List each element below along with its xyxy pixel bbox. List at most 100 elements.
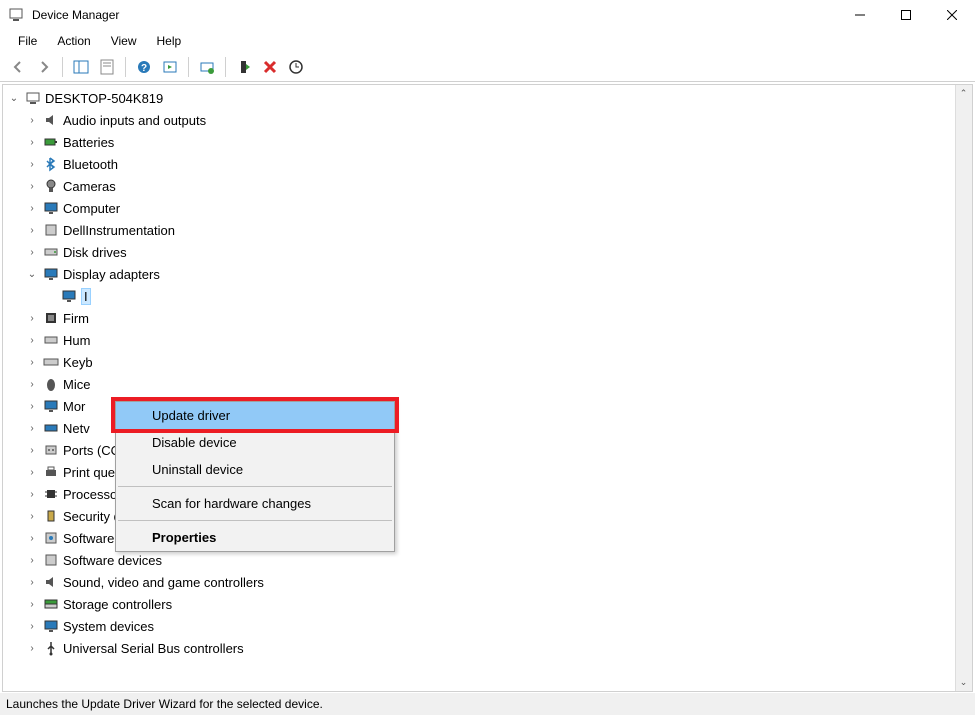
expand-arrow-icon[interactable]: › — [25, 379, 39, 390]
tree-category-keyboards[interactable]: › Keyb — [7, 351, 968, 373]
update-driver-button[interactable] — [195, 55, 219, 79]
tree-root[interactable]: ⌄ DESKTOP-504K819 — [7, 87, 968, 109]
tree-category-dellinstrumentation[interactable]: › DellInstrumentation — [7, 219, 968, 241]
expand-arrow-icon[interactable]: › — [25, 599, 39, 610]
tree-category-disk-drives[interactable]: › Disk drives — [7, 241, 968, 263]
menu-view[interactable]: View — [101, 32, 147, 50]
security-icon — [43, 508, 59, 524]
expand-arrow-icon[interactable]: › — [25, 643, 39, 654]
expand-arrow-icon[interactable]: › — [25, 555, 39, 566]
expand-arrow-icon[interactable]: › — [25, 533, 39, 544]
scroll-down-button[interactable]: ⌄ — [955, 674, 972, 691]
software-component-icon — [43, 530, 59, 546]
ctx-uninstall-device[interactable]: Uninstall device — [116, 456, 394, 483]
tree-category-cameras[interactable]: › Cameras — [7, 175, 968, 197]
category-label: Audio inputs and outputs — [63, 113, 206, 128]
show-hide-console-tree-button[interactable] — [69, 55, 93, 79]
expand-arrow-icon[interactable]: › — [25, 621, 39, 632]
expand-arrow-icon[interactable]: › — [25, 423, 39, 434]
scroll-up-button[interactable]: ⌃ — [955, 85, 972, 102]
category-label: Computer — [63, 201, 120, 216]
sound-icon — [43, 574, 59, 590]
port-icon — [43, 442, 59, 458]
ctx-update-driver[interactable]: Update driver — [116, 402, 394, 429]
usb-icon — [43, 640, 59, 656]
expand-arrow-icon[interactable]: › — [25, 137, 39, 148]
expand-arrow-icon[interactable]: ⌄ — [7, 93, 21, 104]
expand-arrow-icon[interactable]: › — [25, 467, 39, 478]
tree-category-computer[interactable]: › Computer — [7, 197, 968, 219]
maximize-button[interactable] — [883, 0, 929, 30]
expand-arrow-icon[interactable]: › — [25, 181, 39, 192]
category-label: Netv — [63, 421, 90, 436]
expand-arrow-icon[interactable]: › — [25, 159, 39, 170]
category-label: Software devices — [63, 553, 162, 568]
tree-category-software-devices[interactable]: › Software devices — [7, 549, 968, 571]
printer-icon — [43, 464, 59, 480]
expand-arrow-icon[interactable]: › — [25, 203, 39, 214]
tree-category-hid[interactable]: › Hum — [7, 329, 968, 351]
expand-arrow-icon[interactable]: ⌄ — [25, 269, 39, 280]
expand-arrow-icon[interactable]: › — [25, 401, 39, 412]
tree-category-sound[interactable]: › Sound, video and game controllers — [7, 571, 968, 593]
expand-arrow-icon[interactable]: › — [25, 335, 39, 346]
category-label: Mor — [63, 399, 85, 414]
tree-category-mice[interactable]: › Mice — [7, 373, 968, 395]
system-icon — [43, 618, 59, 634]
network-icon — [43, 420, 59, 436]
expand-arrow-icon[interactable]: › — [25, 313, 39, 324]
display-adapter-icon — [43, 266, 59, 282]
tree-category-batteries[interactable]: › Batteries — [7, 131, 968, 153]
menu-file[interactable]: File — [8, 32, 47, 50]
device-manager-icon — [8, 7, 24, 23]
category-label: Disk drives — [63, 245, 127, 260]
expand-arrow-icon[interactable]: › — [25, 357, 39, 368]
back-button[interactable] — [6, 55, 30, 79]
device-tree[interactable]: ⌄ DESKTOP-504K819 › Audio inputs and out… — [3, 85, 972, 661]
tree-category-storage[interactable]: › Storage controllers — [7, 593, 968, 615]
menu-help[interactable]: Help — [147, 32, 192, 50]
ctx-separator — [118, 486, 392, 487]
disk-icon — [43, 244, 59, 260]
menu-action[interactable]: Action — [47, 32, 100, 50]
category-label: System devices — [63, 619, 154, 634]
category-label: Universal Serial Bus controllers — [63, 641, 244, 656]
display-adapter-icon — [61, 288, 77, 304]
expand-arrow-icon[interactable]: › — [25, 577, 39, 588]
expand-arrow-icon[interactable]: › — [25, 115, 39, 126]
enable-device-button[interactable] — [232, 55, 256, 79]
category-label: Cameras — [63, 179, 116, 194]
storage-icon — [43, 596, 59, 612]
scan-hardware-button[interactable] — [284, 55, 308, 79]
expand-arrow-icon[interactable]: › — [25, 225, 39, 236]
tree-category-usb[interactable]: › Universal Serial Bus controllers — [7, 637, 968, 659]
forward-button[interactable] — [32, 55, 56, 79]
window-controls — [837, 0, 975, 30]
minimize-button[interactable] — [837, 0, 883, 30]
tree-device-display-child[interactable]: I — [7, 285, 968, 307]
tree-category-bluetooth[interactable]: › Bluetooth — [7, 153, 968, 175]
toolbar-separator — [225, 57, 226, 77]
tree-category-system[interactable]: › System devices — [7, 615, 968, 637]
ctx-properties[interactable]: Properties — [116, 524, 394, 551]
tree-category-audio[interactable]: › Audio inputs and outputs — [7, 109, 968, 131]
svg-text:?: ? — [141, 63, 147, 74]
expand-arrow-icon[interactable]: › — [25, 511, 39, 522]
action-button[interactable] — [158, 55, 182, 79]
mouse-icon — [43, 376, 59, 392]
vertical-scrollbar[interactable]: ⌃ ⌄ — [955, 85, 972, 691]
tree-category-firmware[interactable]: › Firm — [7, 307, 968, 329]
expand-arrow-icon[interactable]: › — [25, 247, 39, 258]
toolbar-separator — [62, 57, 63, 77]
statusbar: Launches the Update Driver Wizard for th… — [0, 693, 975, 715]
ctx-scan-hardware[interactable]: Scan for hardware changes — [116, 490, 394, 517]
expand-arrow-icon[interactable]: › — [25, 445, 39, 456]
expand-arrow-icon[interactable]: › — [25, 489, 39, 500]
tree-category-display-adapters[interactable]: ⌄ Display adapters — [7, 263, 968, 285]
close-button[interactable] — [929, 0, 975, 30]
uninstall-device-button[interactable] — [258, 55, 282, 79]
help-button[interactable]: ? — [132, 55, 156, 79]
bluetooth-icon — [43, 156, 59, 172]
ctx-disable-device[interactable]: Disable device — [116, 429, 394, 456]
properties-button[interactable] — [95, 55, 119, 79]
